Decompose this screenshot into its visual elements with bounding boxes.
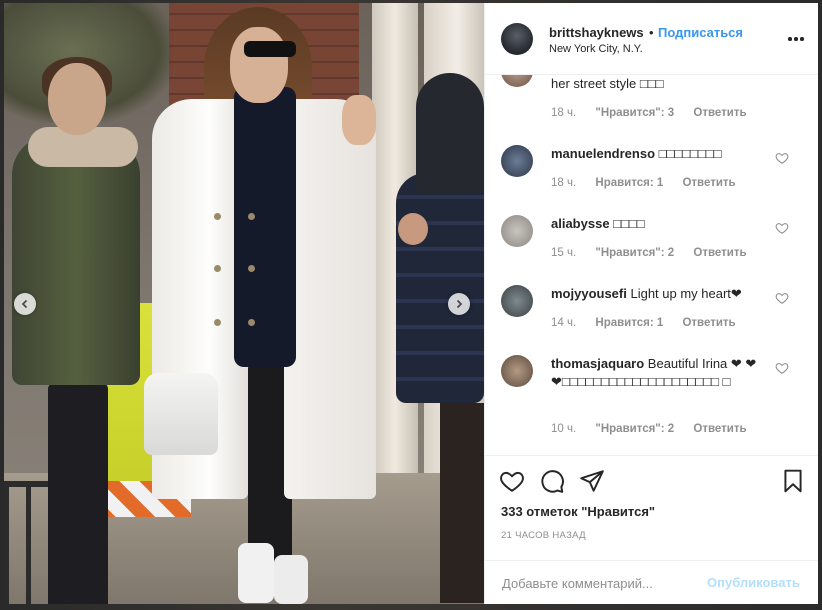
save-button[interactable] (780, 468, 806, 494)
comment-avatar[interactable] (501, 355, 533, 387)
comment-text: Light up my heart❤ (626, 286, 742, 301)
comment-avatar[interactable] (501, 285, 533, 317)
comment-meta: 10 ч. "Нравится": 2 Ответить (551, 423, 763, 435)
reply-button[interactable]: Ответить (682, 177, 735, 189)
comment-time: 18 ч. (551, 107, 577, 119)
next-photo-button[interactable] (448, 293, 470, 315)
comment-meta: 15 ч. "Нравится": 2 Ответить (551, 247, 763, 259)
comment-username[interactable]: manuelendrenso (551, 146, 655, 161)
publish-button[interactable]: Опубликовать (707, 575, 800, 590)
comment-time: 18 ч. (551, 177, 577, 189)
reply-button[interactable]: Ответить (682, 317, 735, 329)
comment-meta: 18 ч. Нравится: 1 Ответить (551, 177, 752, 189)
heart-icon[interactable] (775, 291, 789, 305)
comment-bubble-icon (541, 470, 564, 493)
chevron-left-icon (21, 299, 28, 309)
post-actions: 333 отметок "Нравится" 21 ЧАСОВ НАЗАД Оп… (485, 455, 818, 604)
comment-time: 10 ч. (551, 423, 577, 435)
post-modal: brittshayknews • Подписаться New York Ci… (4, 3, 818, 604)
comment-username[interactable]: thomasjaquaro (551, 356, 644, 371)
header-separator: • (649, 25, 654, 40)
comment-username[interactable]: mojyyousefi (551, 286, 627, 301)
bookmark-icon (784, 469, 802, 493)
follow-button[interactable]: Подписаться (658, 25, 743, 40)
comment-text: □□□□ (609, 216, 645, 231)
comment-time: 14 ч. (551, 317, 577, 329)
comment-avatar[interactable] (501, 215, 533, 247)
post-header: brittshayknews • Подписаться New York Ci… (485, 3, 818, 75)
more-horizontal-icon (788, 37, 792, 41)
user-avatar[interactable] (501, 23, 533, 55)
prev-photo-button[interactable] (14, 293, 36, 315)
heart-icon[interactable] (775, 151, 789, 165)
add-comment-input[interactable] (500, 571, 704, 595)
comment-likes[interactable]: "Нравится": 3 (595, 107, 674, 119)
post-side-panel: brittshayknews • Подписаться New York Ci… (484, 3, 818, 604)
photo-person-right (388, 73, 484, 604)
add-comment-bar: Опубликовать (485, 560, 818, 604)
post-timestamp[interactable]: 21 ЧАСОВ НАЗАД (501, 530, 586, 541)
comment-avatar[interactable] (501, 75, 533, 87)
comment-avatar[interactable] (501, 145, 533, 177)
comment-time: 15 ч. (551, 247, 577, 259)
photo-person-center (144, 3, 376, 604)
heart-icon[interactable] (775, 361, 789, 375)
header-username[interactable]: brittshayknews (549, 25, 644, 40)
comment-meta: 18 ч. "Нравится": 3 Ответить (551, 107, 763, 119)
comment-likes[interactable]: "Нравится": 2 (595, 247, 674, 259)
comment-text: □□□□□□□□ (655, 146, 722, 161)
comment-button[interactable] (539, 468, 565, 494)
comment-likes[interactable]: Нравится: 1 (595, 177, 663, 189)
comment-likes[interactable]: Нравится: 1 (595, 317, 663, 329)
photo-person-left (12, 57, 142, 604)
post-photo[interactable] (4, 3, 484, 604)
reply-button[interactable]: Ответить (693, 423, 746, 435)
more-options-button[interactable] (787, 31, 805, 47)
comment-likes[interactable]: "Нравится": 2 (595, 423, 674, 435)
share-button[interactable] (579, 468, 605, 494)
paper-plane-icon (580, 470, 604, 492)
reply-button[interactable]: Ответить (693, 247, 746, 259)
comment-username[interactable]: aliabysse (551, 216, 610, 231)
reply-button[interactable]: Ответить (693, 107, 746, 119)
comment-meta: 14 ч. Нравится: 1 Ответить (551, 317, 752, 329)
likes-count[interactable]: 333 отметок "Нравится" (501, 504, 655, 519)
heart-icon[interactable] (775, 221, 789, 235)
post-location[interactable]: New York City, N.Y. (549, 43, 643, 55)
comment-text: her street style □□□ (551, 76, 664, 91)
like-button[interactable] (499, 468, 525, 494)
comments-list[interactable]: her street style □□□ 18 ч. "Нравится": 3… (485, 75, 818, 455)
chevron-right-icon (456, 299, 463, 309)
heart-icon (500, 471, 524, 492)
